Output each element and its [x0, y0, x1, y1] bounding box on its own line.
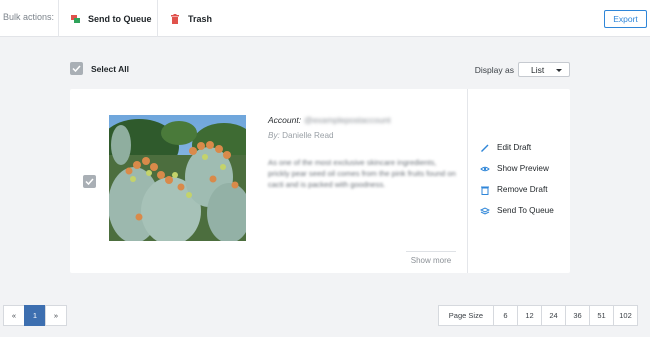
send-to-queue-action-label: Send To Queue [497, 206, 554, 215]
draft-card: Account: @examplepostaccount By: Danielle… [70, 89, 570, 273]
draft-checkbox[interactable] [83, 175, 96, 188]
send-to-queue-label: Send to Queue [88, 14, 152, 24]
divider [157, 0, 158, 37]
select-all-label: Select All [91, 63, 129, 74]
display-as-select[interactable]: List [518, 62, 570, 77]
show-more-link[interactable]: Show more [406, 251, 456, 265]
edit-draft-label: Edit Draft [497, 143, 532, 152]
page-size-label: Page Size [437, 305, 494, 326]
page-size-option[interactable]: 12 [517, 305, 542, 326]
eye-icon [480, 164, 490, 174]
page-1-button[interactable]: 1 [24, 305, 46, 326]
author-name: Danielle Read [282, 131, 334, 140]
page-size-selector: Page Size 6 12 24 36 51 102 [437, 305, 638, 326]
divider [467, 89, 468, 273]
by-label: By: [268, 131, 280, 140]
draft-account: Account: @examplepostaccount [268, 115, 391, 125]
display-as-label: Display as [474, 64, 514, 75]
draft-actions: Edit Draft Show Preview Remove Draft Sen… [479, 137, 554, 221]
next-page-button[interactable]: » [45, 305, 67, 326]
display-as-value: List [531, 64, 545, 75]
trash-button[interactable]: Trash [171, 12, 212, 26]
cactus-photo [109, 115, 246, 241]
draft-excerpt: As one of the most exclusive skincare in… [268, 158, 456, 189]
show-preview-label: Show Preview [497, 164, 549, 173]
send-to-queue-button[interactable]: Send to Queue [71, 12, 152, 26]
display-as-control: Display as List [475, 62, 570, 77]
select-all-checkbox[interactable] [70, 62, 83, 75]
page-size-option[interactable]: 36 [565, 305, 590, 326]
remove-draft-label: Remove Draft [497, 185, 548, 194]
select-all[interactable]: Select All [70, 62, 129, 75]
bulk-actions-label: Bulk actions: [3, 12, 55, 22]
remove-draft-button[interactable]: Remove Draft [480, 179, 554, 200]
show-preview-button[interactable]: Show Preview [480, 158, 554, 179]
account-label: Account: [268, 115, 302, 125]
draft-image [109, 115, 246, 241]
prev-page-button[interactable]: « [3, 305, 25, 326]
export-button[interactable]: Export [604, 10, 647, 28]
page-size-option[interactable]: 24 [541, 305, 566, 326]
bulk-actions-bar: Bulk actions: Send to Queue Trash Export [0, 0, 650, 37]
page-size-option[interactable]: 51 [589, 305, 614, 326]
page-size-option[interactable]: 6 [493, 305, 518, 326]
chevron-down-icon [556, 69, 562, 72]
draft-byline: By: Danielle Read [268, 131, 334, 140]
trash-icon [171, 14, 180, 24]
page-size-option[interactable]: 102 [613, 305, 638, 326]
pencil-icon [480, 143, 490, 153]
pagination: « 1 » [3, 305, 67, 326]
send-to-queue-action[interactable]: Send To Queue [479, 200, 554, 221]
edit-draft-button[interactable]: Edit Draft [480, 137, 554, 158]
trash-icon [480, 185, 490, 195]
check-icon [85, 178, 94, 185]
queue-stack-icon [71, 14, 80, 24]
layers-icon [479, 206, 491, 216]
check-icon [72, 65, 81, 72]
account-handle: @examplepostaccount [304, 115, 391, 125]
divider [58, 0, 59, 37]
trash-label: Trash [188, 14, 213, 24]
